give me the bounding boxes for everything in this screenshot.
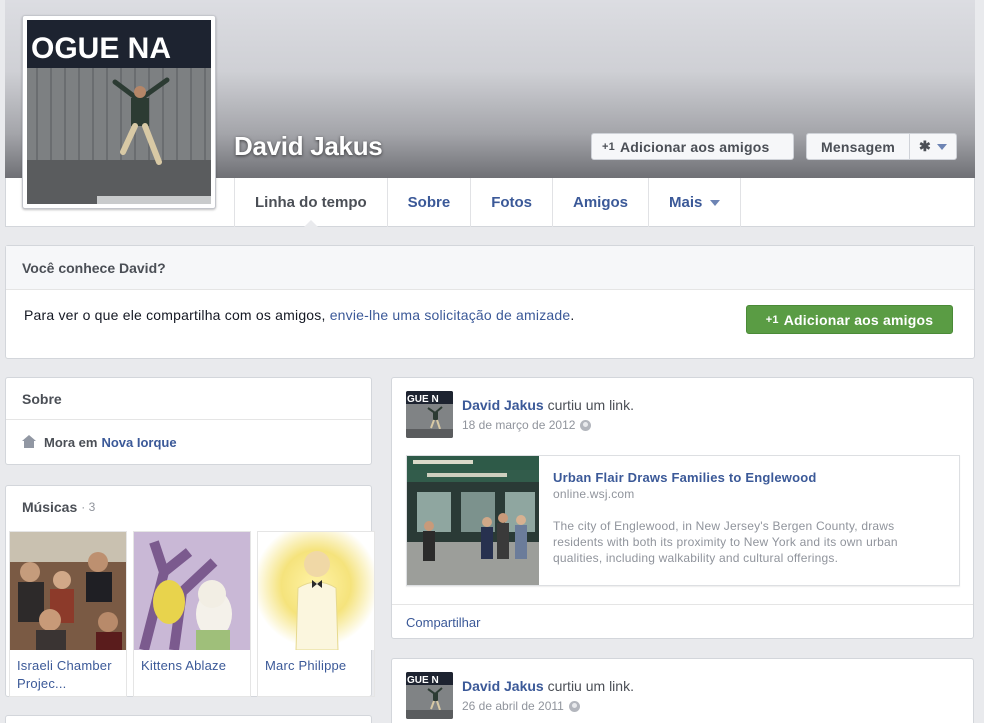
- profile-photo: OGUE NA: [27, 20, 211, 204]
- music-cover-image: [258, 532, 374, 650]
- music-heading-label: Músicas: [22, 499, 78, 515]
- next-left-box: [5, 715, 372, 723]
- tab-friends[interactable]: Amigos: [552, 178, 648, 227]
- music-cover-art: [295, 551, 339, 650]
- lives-in-label: Mora em: [44, 434, 98, 450]
- about-box: Sobre Mora em Nova Iorque: [5, 377, 372, 465]
- music-item-label: Marc Philippe: [265, 658, 347, 673]
- post-avatar-art: GUE N: [406, 391, 453, 438]
- timeline-post: GUE N David Jakus curtiu um link. 26 de …: [391, 658, 974, 723]
- tab-more[interactable]: Mais: [648, 178, 742, 227]
- svg-text:GUE N: GUE N: [407, 675, 439, 686]
- music-cover-image: [134, 532, 250, 650]
- tab-photos[interactable]: Fotos: [470, 178, 552, 227]
- timeline-post: GUE N David Jakus curtiu um link. 18 de …: [391, 377, 974, 639]
- chevron-down-icon: [710, 199, 721, 206]
- post-timestamp: 26 de abril de 2011: [462, 699, 580, 713]
- globe-icon: [568, 700, 580, 712]
- add-friend-icon: +1: [765, 313, 779, 326]
- add-friend-green-button[interactable]: +1 Adicionar aos amigos: [746, 305, 953, 334]
- post-date[interactable]: 26 de abril de 2011: [462, 699, 564, 713]
- profile-photo-art: OGUE NA: [27, 20, 211, 204]
- shared-link-title[interactable]: Urban Flair Draws Families to Englewood: [553, 470, 817, 485]
- about-heading[interactable]: Sobre: [6, 378, 371, 420]
- profile-name[interactable]: David Jakus: [234, 131, 383, 162]
- music-item-label: Israeli Chamber Projec...: [17, 658, 112, 691]
- post-date[interactable]: 18 de março de 2012: [462, 418, 575, 432]
- music-heading[interactable]: Músicas · 3: [6, 486, 371, 528]
- city-link[interactable]: Nova Iorque: [101, 435, 176, 450]
- music-item[interactable]: Kittens Ablaze: [133, 531, 251, 697]
- post-avatar-art: GUE N: [406, 672, 453, 719]
- friend-request-text-before: Para ver o que ele compartilha com os am…: [24, 307, 330, 323]
- shared-link-image: [407, 456, 539, 585]
- tab-about-label: Sobre: [407, 194, 451, 211]
- music-item-label: Kittens Ablaze: [141, 658, 227, 673]
- profile-tabs: Linha do tempo Sobre Fotos Amigos Mais: [234, 178, 742, 228]
- message-label: Mensagem: [821, 138, 895, 155]
- globe-icon: [580, 419, 592, 431]
- svg-text:OGUE NA: OGUE NA: [31, 32, 171, 65]
- post-avatar[interactable]: GUE N: [406, 391, 453, 438]
- music-item[interactable]: Israeli Chamber Projec...: [9, 531, 127, 697]
- add-friend-button[interactable]: +1 Adicionar aos amigos: [591, 133, 794, 160]
- post-action: curtiu um link.: [547, 678, 634, 694]
- music-cover-image: [10, 532, 126, 650]
- share-link[interactable]: Compartilhar: [406, 615, 480, 630]
- music-count: · 3: [81, 500, 96, 514]
- post-action: curtiu um link.: [547, 397, 634, 413]
- post-footer: Compartilhar: [392, 604, 973, 639]
- shared-link-domain: online.wsj.com: [553, 487, 635, 501]
- friend-request-text: Para ver o que ele compartilha com os am…: [6, 290, 606, 326]
- shared-link-art: [407, 456, 539, 585]
- music-box: Músicas · 3 Israeli Chamber Projec... Ki…: [5, 485, 375, 697]
- tab-timeline[interactable]: Linha do tempo: [234, 178, 387, 228]
- gear-icon: ✱: [919, 138, 931, 154]
- lives-in-row: Mora em Nova Iorque: [6, 420, 371, 464]
- tab-more-label: Mais: [669, 194, 703, 211]
- add-friend-green-label: Adicionar aos amigos: [783, 311, 934, 328]
- settings-dropdown-button[interactable]: ✱: [909, 133, 957, 160]
- send-request-link[interactable]: envie-lhe uma solicitação de amizade: [330, 307, 571, 323]
- add-friend-label: Adicionar aos amigos: [619, 138, 770, 155]
- svg-text:GUE N: GUE N: [407, 394, 439, 405]
- post-actor-link[interactable]: David Jakus: [462, 397, 544, 413]
- friend-request-text-after: .: [570, 307, 575, 323]
- post-avatar[interactable]: GUE N: [406, 672, 453, 719]
- home-icon: [22, 435, 36, 449]
- post-header: David Jakus curtiu um link.: [462, 678, 634, 694]
- tab-about[interactable]: Sobre: [386, 178, 471, 227]
- friend-request-heading: Você conhece David?: [6, 246, 974, 290]
- tab-photos-label: Fotos: [491, 194, 533, 211]
- tab-friends-label: Amigos: [573, 194, 629, 211]
- post-header: David Jakus curtiu um link.: [462, 397, 634, 413]
- shared-link-description: The city of Englewood, in New Jersey's B…: [553, 519, 898, 565]
- music-cover-art: [10, 532, 126, 650]
- shared-link-card[interactable]: Urban Flair Draws Families to Englewood …: [406, 455, 960, 586]
- profile-picture[interactable]: OGUE NA: [22, 15, 216, 209]
- add-friend-icon: +1: [602, 140, 615, 153]
- friend-request-box: Você conhece David? Para ver o que ele c…: [5, 245, 975, 359]
- post-actor-link[interactable]: David Jakus: [462, 678, 544, 694]
- music-item[interactable]: Marc Philippe: [257, 531, 375, 697]
- post-timestamp: 18 de março de 2012: [462, 418, 592, 432]
- message-button[interactable]: Mensagem: [806, 133, 910, 160]
- music-grid: Israeli Chamber Projec... Kittens Ablaze: [6, 528, 375, 697]
- tab-timeline-label: Linha do tempo: [255, 194, 367, 211]
- chevron-down-icon: [936, 143, 947, 150]
- music-cover-art: [134, 532, 250, 650]
